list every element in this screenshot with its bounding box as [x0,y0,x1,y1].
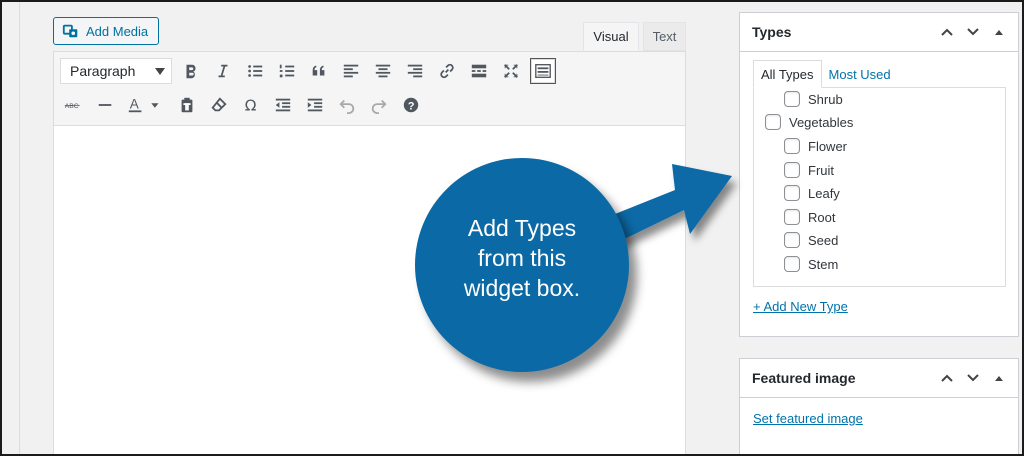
callout-line-2: from this [477,245,567,271]
checkbox[interactable] [784,185,800,201]
list-item[interactable]: Flower [784,138,847,154]
featured-image-header: Featured image [740,359,1018,398]
checkbox[interactable] [784,232,800,248]
format-select-value: Paragraph [70,63,136,79]
align-center-icon[interactable] [370,58,396,84]
types-tabs: All Types Most Used [753,60,898,88]
collapse-toggle-icon[interactable] [990,23,1008,41]
media-icon [62,24,78,38]
types-box-header: Types [740,13,1018,52]
checkbox[interactable] [765,114,781,130]
callout-line-1: Add Types [467,215,577,241]
fullscreen-icon[interactable] [498,58,524,84]
special-character-icon[interactable]: Ω [238,92,264,118]
types-checklist: Shrub Vegetables Flower Fruit Leafy Root… [753,87,1006,287]
tab-text[interactable]: Text [643,22,686,51]
list-item[interactable]: Root [784,209,835,225]
callout-line-3: widget box. [463,275,581,301]
add-media-button[interactable]: Add Media [53,17,159,45]
list-item[interactable]: Seed [784,232,838,248]
format-select[interactable]: Paragraph [60,58,172,84]
list-item-label: Flower [808,138,848,154]
list-item[interactable]: Leafy [784,185,840,201]
blockquote-icon[interactable] [306,58,332,84]
chevron-down-icon [155,68,165,75]
checkbox[interactable] [784,91,800,107]
checkbox[interactable] [784,209,800,225]
link-icon[interactable] [434,58,460,84]
checkbox[interactable] [784,162,800,178]
list-item[interactable]: Vegetables [765,114,853,130]
callout-bubble: Add Types from this widget box. [415,158,629,372]
add-new-type-link[interactable]: + Add New Type [753,299,848,314]
italic-icon[interactable] [210,58,236,84]
bulleted-list-icon[interactable] [242,58,268,84]
align-left-icon[interactable] [338,58,364,84]
chevron-down-icon[interactable] [964,23,982,41]
text-color-icon[interactable]: A [124,92,166,118]
redo-icon[interactable] [366,92,392,118]
chevron-up-icon[interactable] [938,369,956,387]
undo-icon[interactable] [334,92,360,118]
list-item-label: Stem [808,256,839,272]
bold-icon[interactable] [178,58,204,84]
collapse-toggle-icon[interactable] [990,369,1008,387]
list-item[interactable]: Stem [784,256,838,272]
numbered-list-icon[interactable] [274,58,300,84]
types-box: Types All Types Most Used Shrub Vegetabl… [739,12,1019,337]
chevron-down-icon[interactable] [964,369,982,387]
set-featured-image-link[interactable]: Set featured image [753,411,863,426]
align-right-icon[interactable] [402,58,428,84]
read-more-icon[interactable] [466,58,492,84]
svg-text:ABC: ABC [65,103,79,110]
featured-image-box: Featured image Set featured image [739,358,1019,456]
checkbox[interactable] [784,256,800,272]
list-item-label: Root [808,209,836,225]
tab-visual[interactable]: Visual [583,22,639,51]
svg-text:Ω: Ω [245,96,257,114]
types-box-title: Types [752,24,792,40]
chevron-up-icon[interactable] [938,23,956,41]
outdent-icon[interactable] [270,92,296,118]
list-item[interactable]: Fruit [784,162,834,178]
svg-text:A: A [130,97,139,112]
editor-toolbar: Paragraph ABC A Ω ? [53,51,686,126]
indent-icon[interactable] [302,92,328,118]
list-item-label: Fruit [808,162,834,178]
list-item-label: Shrub [808,91,843,107]
checkbox[interactable] [784,138,800,154]
list-item[interactable]: Shrub [784,91,843,107]
list-item-label: Seed [808,232,839,248]
clear-formatting-icon[interactable] [206,92,232,118]
list-item-label: Vegetables [789,114,854,130]
left-gutter [2,2,20,454]
toolbar-toggle-icon[interactable] [530,58,556,84]
help-icon[interactable]: ? [398,92,424,118]
horizontal-line-icon[interactable] [92,92,118,118]
add-media-label: Add Media [86,23,149,39]
featured-image-title: Featured image [752,370,856,386]
paste-text-icon[interactable] [174,92,200,118]
svg-text:?: ? [408,101,415,113]
tab-all-types[interactable]: All Types [753,60,822,88]
list-item-label: Leafy [808,185,840,201]
tab-most-used[interactable]: Most Used [822,60,898,88]
strikethrough-icon[interactable]: ABC [60,92,86,118]
